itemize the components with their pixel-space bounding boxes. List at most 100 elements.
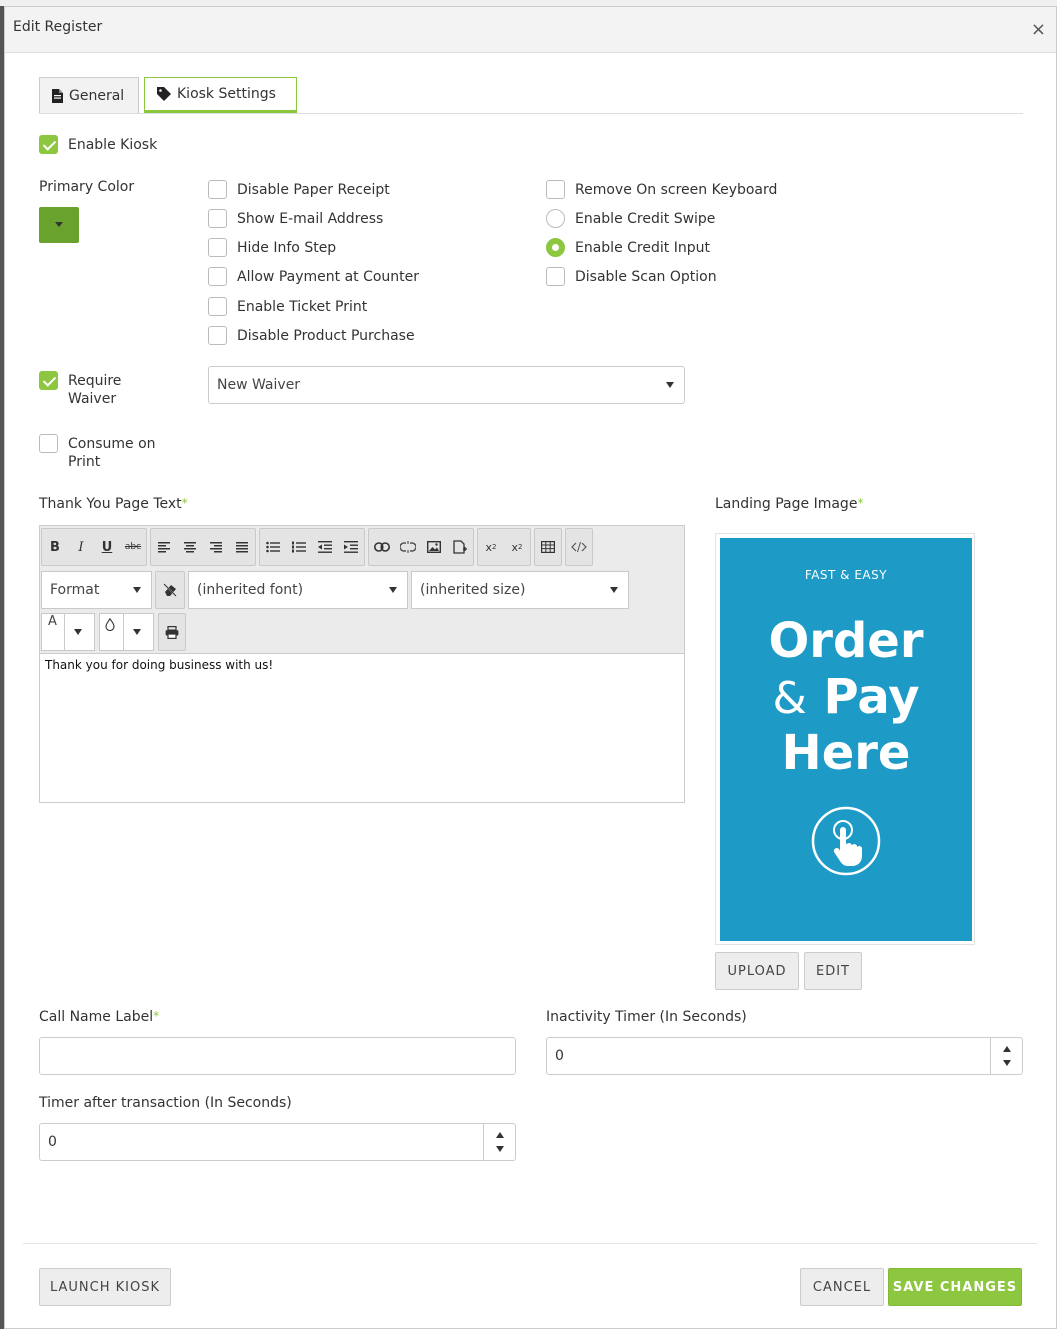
unlink-icon[interactable] bbox=[395, 529, 421, 565]
consume-on-print-checkbox[interactable] bbox=[39, 434, 58, 453]
print-icon[interactable] bbox=[159, 614, 185, 650]
cancel-button[interactable]: CANCEL bbox=[800, 1268, 884, 1306]
chevron-down-icon bbox=[74, 629, 82, 635]
landing-poster: FAST & EASY Order & Pay Here bbox=[720, 538, 972, 941]
bulleted-list-icon[interactable] bbox=[260, 529, 286, 565]
consume-on-print-label-line2: Print bbox=[68, 454, 101, 470]
font-select[interactable]: (inherited font) bbox=[188, 571, 408, 609]
waiver-select[interactable]: New Waiver bbox=[208, 366, 685, 404]
disable-product-purchase-label: Disable Product Purchase bbox=[237, 328, 415, 344]
chevron-down-icon bbox=[133, 587, 141, 593]
rich-text-editor: B I U abc x 2 x 2 Format (inherited font… bbox=[39, 525, 685, 803]
tab-kiosk-settings[interactable]: Kiosk Settings bbox=[144, 77, 297, 113]
save-changes-button[interactable]: SAVE CHANGES bbox=[888, 1268, 1022, 1306]
modal-header: Edit Register × bbox=[5, 7, 1056, 53]
enable-credit-input-radio[interactable] bbox=[546, 238, 565, 257]
disable-paper-receipt-label: Disable Paper Receipt bbox=[237, 182, 390, 198]
insert-group bbox=[368, 528, 474, 566]
landing-image-label-text: Landing Page Image bbox=[715, 496, 858, 512]
call-name-input[interactable] bbox=[39, 1037, 516, 1075]
disable-scan-option-checkbox[interactable] bbox=[546, 267, 565, 286]
close-button[interactable]: × bbox=[1031, 21, 1046, 39]
step-up-icon bbox=[1003, 1046, 1011, 1052]
superscript-icon[interactable]: x2 bbox=[504, 529, 530, 565]
thank-you-label: Thank You Page Text* bbox=[39, 496, 188, 512]
allow-payment-counter-checkbox[interactable] bbox=[208, 267, 227, 286]
require-waiver-checkbox[interactable] bbox=[39, 371, 58, 390]
primary-color-picker[interactable] bbox=[39, 207, 79, 243]
edit-register-modal: Edit Register × General Kiosk Settings E… bbox=[4, 6, 1057, 1329]
tab-general-label: General bbox=[69, 87, 125, 104]
required-marker: * bbox=[181, 496, 188, 510]
text-style-group: B I U abc bbox=[41, 528, 147, 566]
landing-image-preview: FAST & EASY Order & Pay Here bbox=[715, 533, 975, 945]
bold-button[interactable]: B bbox=[42, 529, 68, 565]
timer-after-stepper[interactable] bbox=[483, 1124, 515, 1160]
allow-payment-counter-label: Allow Payment at Counter bbox=[237, 269, 420, 285]
edit-image-button[interactable]: EDIT bbox=[804, 952, 862, 990]
landing-image-label: Landing Page Image* bbox=[715, 496, 863, 512]
enable-ticket-print-checkbox[interactable] bbox=[208, 297, 227, 316]
size-select[interactable]: (inherited size) bbox=[411, 571, 629, 609]
align-right-icon[interactable] bbox=[203, 529, 229, 565]
enable-credit-swipe-radio[interactable] bbox=[546, 209, 565, 228]
underline-button[interactable]: U bbox=[94, 529, 120, 565]
italic-button[interactable]: I bbox=[68, 529, 94, 565]
link-icon[interactable] bbox=[369, 529, 395, 565]
code-view-icon[interactable] bbox=[566, 529, 592, 565]
clear-format-group bbox=[155, 571, 185, 609]
insert-file-icon[interactable] bbox=[447, 529, 473, 565]
enable-kiosk-checkbox[interactable] bbox=[39, 135, 58, 154]
inactivity-timer-input[interactable]: 0 bbox=[546, 1037, 1023, 1075]
outdent-icon[interactable] bbox=[312, 529, 338, 565]
disable-paper-receipt-checkbox[interactable] bbox=[208, 180, 227, 199]
align-justify-icon[interactable] bbox=[229, 529, 255, 565]
droplet-icon bbox=[105, 617, 115, 635]
enable-credit-swipe-label: Enable Credit Swipe bbox=[575, 211, 716, 227]
strikethrough-button[interactable]: abc bbox=[120, 529, 146, 565]
table-icon[interactable] bbox=[535, 529, 561, 565]
call-name-label: Call Name Label* bbox=[39, 1009, 159, 1025]
thank-you-label-text: Thank You Page Text bbox=[39, 496, 182, 512]
modal-title: Edit Register bbox=[13, 19, 103, 35]
require-waiver-label-line2: Waiver bbox=[68, 391, 117, 407]
text-color-select[interactable]: A bbox=[41, 613, 95, 651]
font-select-value: (inherited font) bbox=[197, 582, 304, 598]
eraser-icon[interactable] bbox=[156, 572, 184, 608]
poster-line-order: Order bbox=[768, 613, 924, 669]
align-center-icon[interactable] bbox=[177, 529, 203, 565]
poster-kicker: FAST & EASY bbox=[804, 568, 888, 582]
require-waiver-label-line1: Require bbox=[68, 373, 122, 389]
indent-icon[interactable] bbox=[338, 529, 364, 565]
show-email-checkbox[interactable] bbox=[208, 209, 227, 228]
tabs-divider bbox=[39, 113, 1023, 114]
poster-line-here: Here bbox=[781, 725, 911, 781]
numbered-list-icon[interactable] bbox=[286, 529, 312, 565]
timer-after-input[interactable]: 0 bbox=[39, 1123, 516, 1161]
hide-info-step-checkbox[interactable] bbox=[208, 238, 227, 257]
divider bbox=[123, 614, 124, 650]
align-group bbox=[150, 528, 256, 566]
chevron-down-icon bbox=[133, 629, 141, 635]
launch-kiosk-button[interactable]: LAUNCH KIOSK bbox=[39, 1268, 171, 1306]
image-icon[interactable] bbox=[421, 529, 447, 565]
enable-ticket-print-label: Enable Ticket Print bbox=[237, 299, 368, 315]
call-name-label-text: Call Name Label bbox=[39, 1009, 154, 1025]
upload-button[interactable]: UPLOAD bbox=[715, 952, 799, 990]
subscript-icon[interactable]: x2 bbox=[478, 529, 504, 565]
enable-kiosk-label: Enable Kiosk bbox=[68, 137, 158, 153]
timer-after-label: Timer after transaction (In Seconds) bbox=[39, 1095, 292, 1111]
file-icon bbox=[52, 88, 63, 103]
hide-info-step-label: Hide Info Step bbox=[237, 240, 337, 256]
chevron-down-icon bbox=[610, 587, 618, 593]
bg-color-select[interactable] bbox=[99, 613, 154, 651]
tab-general[interactable]: General bbox=[39, 77, 139, 113]
timer-after-value: 0 bbox=[48, 1134, 57, 1150]
disable-product-purchase-checkbox[interactable] bbox=[208, 326, 227, 345]
format-select[interactable]: Format bbox=[41, 571, 152, 609]
remove-keyboard-checkbox[interactable] bbox=[546, 180, 565, 199]
tab-kiosk-settings-label: Kiosk Settings bbox=[177, 86, 276, 102]
align-left-icon[interactable] bbox=[151, 529, 177, 565]
inactivity-stepper[interactable] bbox=[990, 1038, 1022, 1074]
editor-content-area[interactable]: Thank you for doing business with us! bbox=[40, 654, 684, 802]
